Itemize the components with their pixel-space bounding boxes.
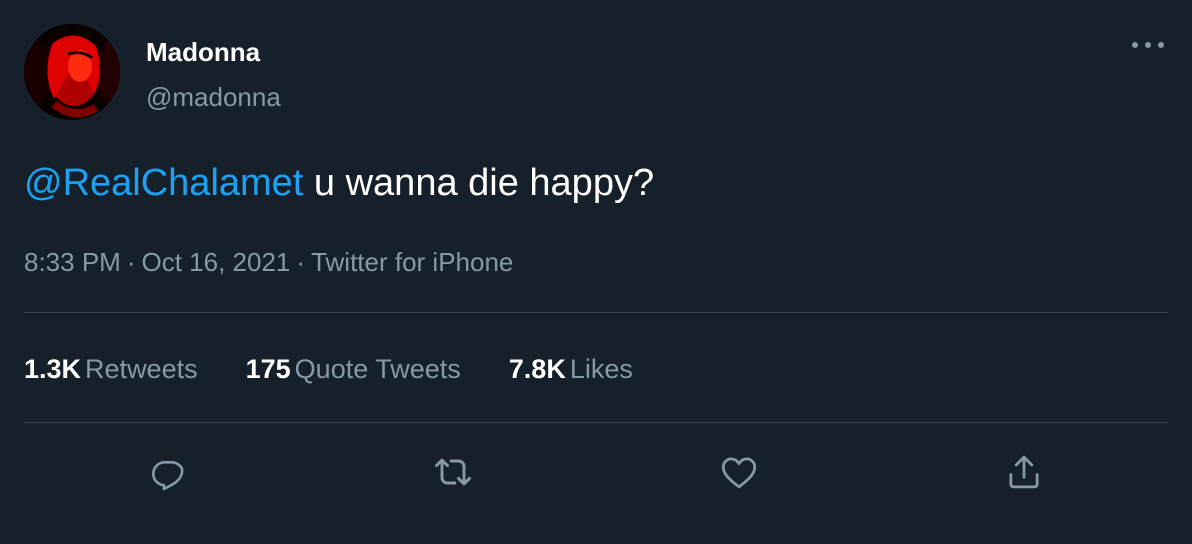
tweet-source[interactable]: Twitter for iPhone	[311, 247, 513, 277]
more-options-button[interactable]	[1128, 30, 1168, 60]
retweet-icon	[435, 458, 471, 486]
tweet-meta: 8:33 PM · Oct 16, 2021 · Twitter for iPhone	[24, 246, 513, 278]
retweets-stat[interactable]: 1.3K Retweets	[24, 352, 198, 386]
avatar-image	[24, 24, 120, 120]
reply-button[interactable]	[146, 450, 190, 494]
meta-separator: ·	[126, 247, 136, 277]
likes-label: Likes	[569, 354, 633, 384]
author-name[interactable]: Madonna	[146, 37, 260, 67]
reply-icon	[152, 461, 184, 491]
likes-count: 7.8K	[508, 354, 566, 384]
heart-icon	[721, 457, 757, 489]
quote-tweets-stat[interactable]: 175 Quote Tweets	[246, 352, 461, 386]
tweet-date[interactable]: Oct 16, 2021	[142, 247, 291, 277]
tweet-detail: Madonna @madonna @RealChalamet u wanna d…	[0, 0, 1192, 544]
tweet-body: u wanna die happy?	[303, 162, 655, 204]
author-handle[interactable]: @madonna	[146, 82, 281, 112]
retweets-label: Retweets	[85, 354, 198, 384]
retweet-button[interactable]	[431, 450, 475, 494]
like-button[interactable]	[717, 450, 761, 494]
likes-stat[interactable]: 7.8K Likes	[509, 352, 633, 386]
tweet-stats: 1.3K Retweets 175 Quote Tweets 7.8K Likes	[24, 352, 681, 386]
quote-tweets-label: Quote Tweets	[294, 354, 461, 384]
divider	[24, 312, 1168, 313]
quote-tweets-count: 175	[245, 354, 291, 384]
tweet-text: @RealChalamet u wanna die happy?	[24, 160, 654, 206]
retweets-count: 1.3K	[24, 354, 82, 384]
avatar[interactable]	[24, 24, 120, 120]
share-button[interactable]	[1002, 450, 1046, 494]
mention-link[interactable]: @RealChalamet	[24, 162, 303, 204]
share-icon	[1009, 455, 1039, 489]
divider	[24, 422, 1168, 423]
more-horizontal-icon	[1132, 42, 1164, 48]
meta-separator: ·	[296, 247, 306, 277]
tweet-time[interactable]: 8:33 PM	[24, 247, 121, 277]
